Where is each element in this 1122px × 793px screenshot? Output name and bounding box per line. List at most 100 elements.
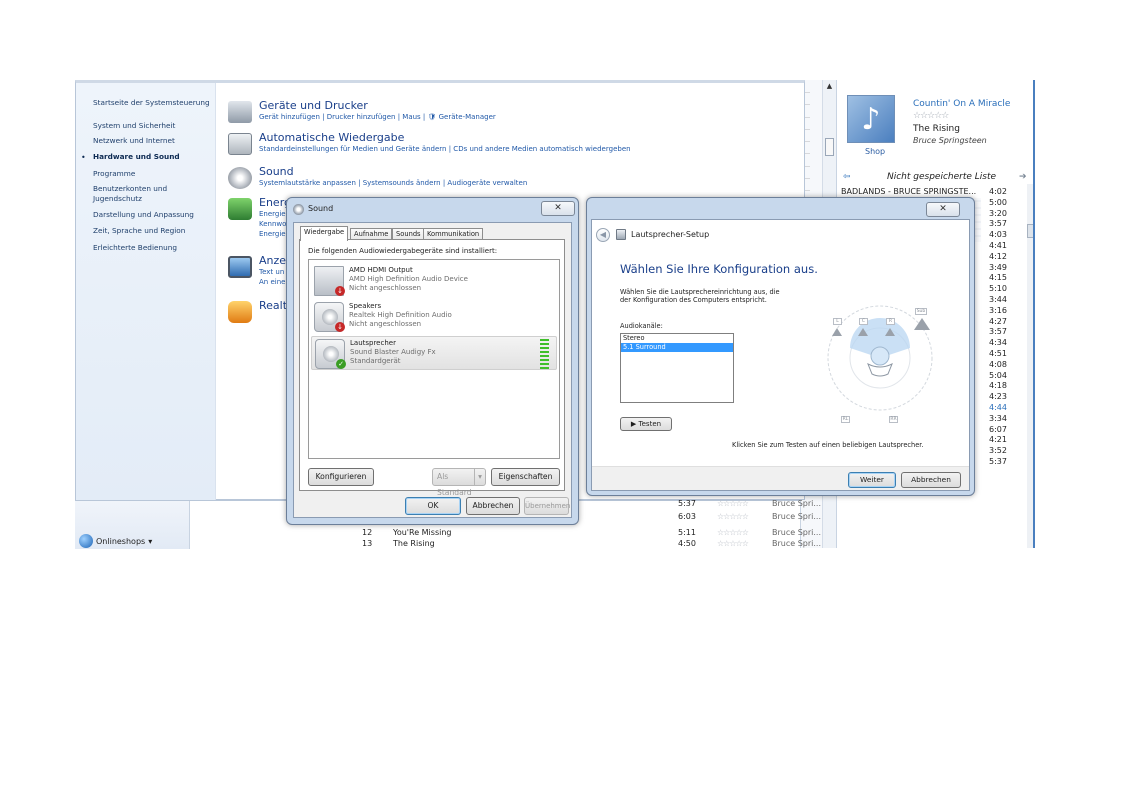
device-name: Speakers xyxy=(349,302,382,310)
back-button[interactable]: ◀ xyxy=(596,228,610,242)
library-navigation: Onlineshops ▾ xyxy=(75,501,190,549)
sidebar-item[interactable]: Netzwerk und Internet xyxy=(93,136,175,145)
scroll-up-icon[interactable]: ▲ xyxy=(825,82,834,91)
test-button[interactable]: ▶ Testen xyxy=(620,417,672,431)
set-default-button[interactable]: Als Standard ▾ xyxy=(432,468,486,497)
cancel-button[interactable]: Abbrechen xyxy=(466,497,520,515)
track-duration: 4:08 xyxy=(989,359,1007,369)
channel-option-surround[interactable]: 5.1 Surround xyxy=(621,343,733,352)
now-playing-title[interactable]: Countin' On A Miracle xyxy=(913,99,1010,109)
center-speaker-icon[interactable] xyxy=(858,328,868,336)
track-duration: 5:10 xyxy=(989,284,1007,294)
back-arrow-icon[interactable]: ⇦ xyxy=(843,172,851,182)
device-status: Standardgerät xyxy=(350,357,401,365)
library-cell-stars[interactable]: ☆☆☆☆☆ xyxy=(717,528,749,537)
category-title[interactable]: Geräte und Drucker xyxy=(259,99,368,112)
ok-button[interactable]: OK xyxy=(405,497,461,515)
properties-button[interactable]: Eigenschaften xyxy=(491,468,560,486)
tab-playback[interactable]: Wiedergabe xyxy=(300,226,349,241)
scrollbar-thumb[interactable] xyxy=(825,138,834,156)
sidebar-item[interactable]: Hardware und Sound xyxy=(93,152,180,161)
display-icon xyxy=(228,256,252,278)
track-duration: 3:57 xyxy=(989,219,1007,229)
sidebar-item[interactable]: Benutzerkonten und xyxy=(93,184,167,193)
device-item-lautsprecher[interactable]: ✓ Lautsprecher Sound Blaster Audigy Fx S… xyxy=(311,336,557,370)
now-playing-card: ♪ Shop Countin' On A Miracle ☆☆☆☆☆ The R… xyxy=(847,95,1017,157)
category-link[interactable]: Kennwo xyxy=(259,220,286,228)
library-cell-artist: Bruce Spri... xyxy=(772,512,822,521)
track-duration: 4:41 xyxy=(989,240,1007,250)
category-link[interactable]: Energie xyxy=(259,210,286,218)
track-duration: 4:51 xyxy=(989,348,1007,358)
chevron-down-icon[interactable]: ▾ xyxy=(474,469,485,485)
track-duration: 4:03 xyxy=(989,230,1007,240)
cancel-button[interactable]: Abbrechen xyxy=(901,472,961,488)
library-cell-artist: Bruce Spri... xyxy=(772,499,822,508)
sidebar-item[interactable]: Zeit, Sprache und Region xyxy=(93,226,185,235)
library-cell-artist: Bruce Spri... xyxy=(772,539,822,548)
category-title[interactable]: Anzei xyxy=(259,254,289,267)
front-right-speaker-icon[interactable] xyxy=(885,328,895,336)
dialog-body: Wiedergabe Aufnahme Sounds Kommunikation… xyxy=(293,222,572,518)
next-button[interactable]: Weiter xyxy=(848,472,896,488)
speaker-diagram[interactable]: L C R Sub RL RR xyxy=(822,278,962,428)
album-art[interactable]: ♪ xyxy=(847,95,895,143)
track-duration: 5:00 xyxy=(989,197,1007,207)
rating-stars[interactable]: ☆☆☆☆☆ xyxy=(913,111,949,121)
configure-button[interactable]: Konfigurieren xyxy=(308,468,374,486)
onlineshops-button[interactable]: Onlineshops ▾ xyxy=(79,534,152,548)
wizard-body: ◀ Lautsprecher-Setup Wählen Sie Ihre Kon… xyxy=(591,219,970,491)
playback-panel: Die folgenden Audiowiedergabegeräte sind… xyxy=(299,239,565,497)
disconnected-icon: ↓ xyxy=(335,322,345,332)
channels-listbox[interactable]: Stereo 5.1 Surround xyxy=(620,333,734,403)
category-links[interactable]: Gerät hinzufügen | Drucker hinzufügen | … xyxy=(259,113,496,121)
category-link[interactable]: Text un xyxy=(259,268,284,276)
track-duration: 4:15 xyxy=(989,273,1007,283)
sidebar-item[interactable]: Erleichterte Bedienung xyxy=(93,243,177,252)
close-button[interactable]: ✕ xyxy=(541,201,575,216)
default-check-icon: ✓ xyxy=(336,359,346,369)
channel-option-stereo[interactable]: Stereo xyxy=(621,334,733,343)
shop-link[interactable]: Shop xyxy=(865,147,885,156)
speaker-icon xyxy=(228,167,252,189)
sidebar-item[interactable]: Darstellung und Anpassung xyxy=(93,210,194,219)
device-item-hdmi[interactable]: ↓ AMD HDMI Output AMD High Definition Au… xyxy=(311,264,557,298)
apply-button[interactable]: Übernehmen xyxy=(524,497,570,515)
category-link[interactable]: Energie xyxy=(259,230,286,238)
device-name: Lautsprecher xyxy=(350,339,396,347)
category-links[interactable]: Standardeinstellungen für Medien und Ger… xyxy=(259,145,631,153)
category-title[interactable]: Automatische Wiedergabe xyxy=(259,131,404,144)
library-cell-stars[interactable]: ☆☆☆☆☆ xyxy=(717,539,749,548)
track-duration: 4:44 xyxy=(989,402,1007,412)
library-cell-time: 6:03 xyxy=(678,512,696,521)
track-duration: 4:12 xyxy=(989,251,1007,261)
track-duration: 4:34 xyxy=(989,338,1007,348)
sidebar-item[interactable]: Startseite der Systemsteuerung xyxy=(93,98,210,107)
category-title[interactable]: Sound xyxy=(259,165,294,178)
track-duration: 3:34 xyxy=(989,413,1007,423)
wizard-description: der Konfiguration des Computers entspric… xyxy=(620,296,767,304)
category-links[interactable]: Systemlautstärke anpassen | Systemsounds… xyxy=(259,179,527,187)
library-cell-stars[interactable]: ☆☆☆☆☆ xyxy=(717,512,749,521)
printer-icon xyxy=(228,101,252,123)
label-front-right: R xyxy=(886,318,895,325)
device-list[interactable]: ↓ AMD HDMI Output AMD High Definition Au… xyxy=(308,259,560,459)
label-rear-left: RL xyxy=(841,416,850,423)
sidebar-item[interactable]: Jugendschutz xyxy=(93,194,142,203)
label-front-left: L xyxy=(833,318,842,325)
category-link[interactable]: An eine xyxy=(259,278,285,286)
library-cell-stars[interactable]: ☆☆☆☆☆ xyxy=(717,499,749,508)
library-cell-name: The Rising xyxy=(393,539,435,548)
device-item-speakers[interactable]: ↓ Speakers Realtek High Definition Audio… xyxy=(311,300,557,334)
forward-arrow-icon[interactable]: ➔ xyxy=(1019,172,1027,182)
label-center: C xyxy=(859,318,868,325)
sidebar-item[interactable]: Programme xyxy=(93,169,135,178)
device-driver: Sound Blaster Audigy Fx xyxy=(350,348,436,356)
wizard-title: Lautsprecher-Setup xyxy=(631,230,710,239)
sidebar-item[interactable]: System und Sicherheit xyxy=(93,121,175,130)
front-left-speaker-icon[interactable] xyxy=(832,328,842,336)
track-duration: 4:21 xyxy=(989,435,1007,445)
subwoofer-icon[interactable] xyxy=(914,318,930,330)
close-button[interactable]: ✕ xyxy=(926,202,960,217)
wizard-description: Wählen Sie die Lautsprechereinrichtung a… xyxy=(620,288,780,296)
